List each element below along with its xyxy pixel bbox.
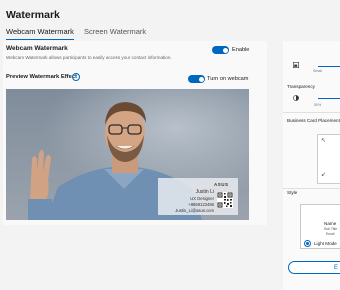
placement-selector[interactable]: ↖ ↙ <box>317 134 340 184</box>
size-small-label: Small <box>313 69 322 73</box>
transparency-icon <box>293 95 299 101</box>
enable-toggle-label: Enable <box>232 47 250 53</box>
preview-title: Preview Watermark Effect <box>6 74 77 80</box>
light-mode-radio[interactable] <box>304 240 311 247</box>
placement-label: Business Card Placement <box>287 118 340 123</box>
watermark-name: Justin Li <box>195 189 214 195</box>
style-card-subtitle: Sub Title <box>324 227 338 231</box>
arrow-top-left-icon[interactable]: ↖ <box>321 137 326 144</box>
transparency-label: Transparency <box>287 84 315 89</box>
edit-button[interactable]: E <box>288 261 340 274</box>
turn-on-webcam-toggle[interactable] <box>188 75 205 83</box>
watermark-role: UX Designer <box>190 196 214 201</box>
webcam-watermark-description: Webcam Watermark allows participants to … <box>6 55 172 60</box>
light-mode-label: Light Mode <box>314 241 337 246</box>
asus-logo: ASUS <box>214 182 229 187</box>
transparency-value: 50% <box>314 103 322 107</box>
style-label: Style <box>287 190 298 195</box>
style-card-name: Name <box>324 221 337 226</box>
webcam-watermark-title: Webcam Watermark <box>6 45 68 52</box>
arrow-bottom-left-icon[interactable]: ↙ <box>321 171 326 178</box>
card-size-icon <box>293 62 299 68</box>
qr-code-icon <box>217 192 233 208</box>
watermark-phone: +8869123456 <box>188 202 214 207</box>
card-size-slider[interactable] <box>318 66 340 68</box>
page-title: Watermark <box>6 9 60 21</box>
turn-on-webcam-label: Turn on webcam <box>207 76 249 82</box>
tab-screen-watermark[interactable]: Screen Watermark <box>84 27 146 40</box>
divider <box>283 188 340 189</box>
style-card-email: Email <box>326 232 335 236</box>
watermark-email: Justin_Li@asus.com <box>175 208 214 213</box>
tab-webcam-watermark[interactable]: Webcam Watermark <box>6 27 74 40</box>
transparency-slider[interactable] <box>318 98 340 100</box>
divider <box>283 112 340 113</box>
info-icon[interactable]: i <box>72 73 80 81</box>
tab-bar: Webcam Watermark Screen Watermark <box>6 27 146 40</box>
enable-watermark-toggle[interactable] <box>212 46 229 54</box>
